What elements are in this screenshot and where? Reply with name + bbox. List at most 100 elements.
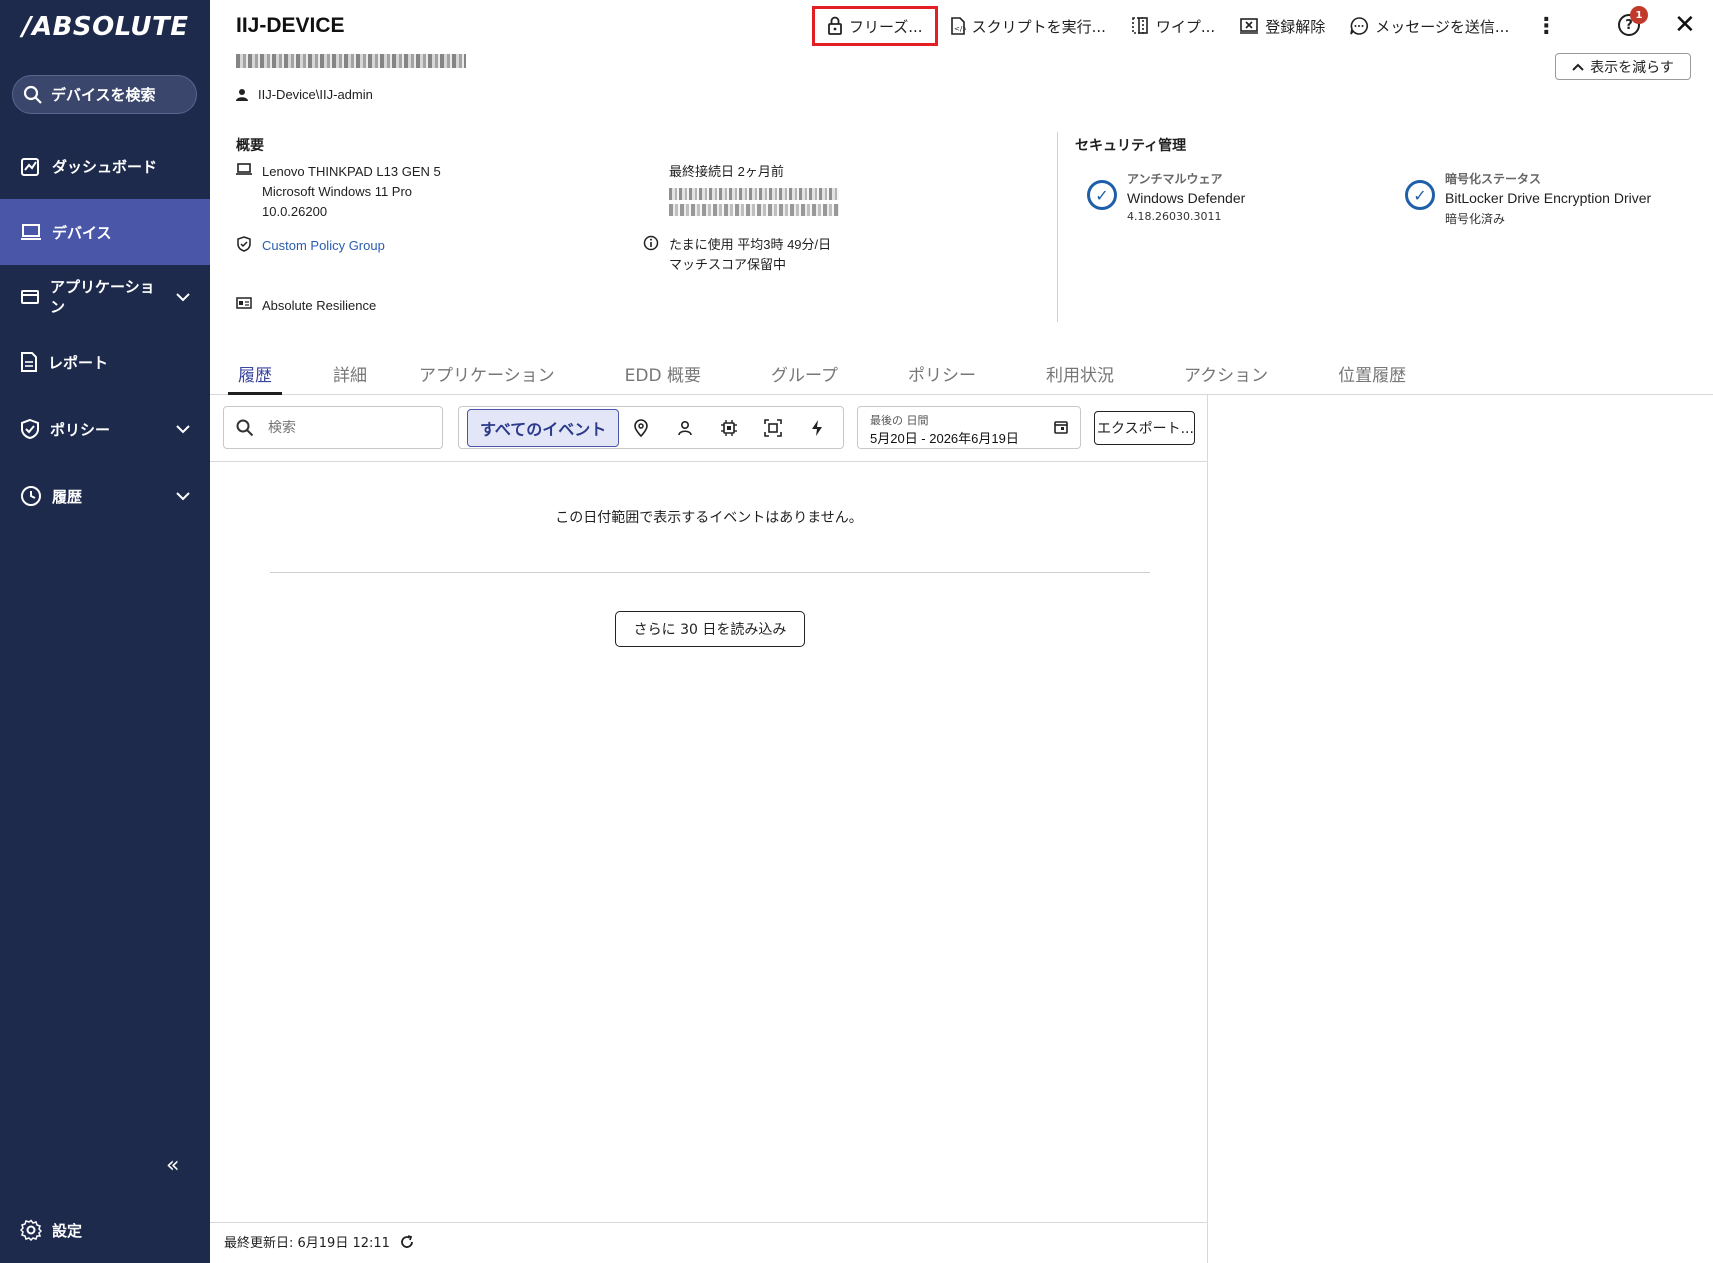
- device-user-name: IIJ-Device\IIJ-admin: [258, 87, 373, 102]
- sidebar-item-history[interactable]: 履歴: [0, 476, 210, 516]
- info-icon: [643, 235, 659, 275]
- unregister-icon: [1240, 18, 1259, 34]
- dashboard-icon: [21, 158, 39, 176]
- calendar-icon[interactable]: [1054, 420, 1068, 438]
- tab-applications[interactable]: アプリケーション: [419, 355, 555, 395]
- sidebar-item-dashboard[interactable]: ダッシュボード: [0, 146, 210, 186]
- last-connected-info: 最終接続日 2ヶ月前: [669, 162, 839, 216]
- last-updated: 最終更新日: 6月19日 12:11: [224, 1232, 414, 1251]
- sidebar-item-label: アプリケーション: [50, 278, 155, 316]
- device-hardware-info: Lenovo THINKPAD L13 GEN 5 Microsoft Wind…: [236, 162, 441, 222]
- tab-actions[interactable]: アクション: [1184, 355, 1268, 395]
- tab-details[interactable]: 詳細: [333, 355, 367, 395]
- date-range-picker[interactable]: 最後の 日間 5月20日 - 2026年6月19日: [857, 406, 1081, 449]
- send-message-label: メッセージを送信...: [1375, 17, 1510, 36]
- device-detail-panel: IIJ-DEVICE IIJ-Device\IIJ-admin フリーズ... …: [210, 0, 1713, 1263]
- usage-info: たまに使用 平均3時 49分/日 マッチスコア保留中: [643, 235, 831, 275]
- sidebar-item-devices[interactable]: デバイス: [0, 199, 210, 265]
- date-range-label: 最後の 日間: [870, 414, 929, 427]
- device-user: IIJ-Device\IIJ-admin: [236, 87, 373, 102]
- sidebar-item-policies[interactable]: ポリシー: [0, 409, 210, 449]
- chevron-up-icon: [1572, 63, 1584, 71]
- collapse-sidebar-icon[interactable]: «: [166, 1153, 179, 1178]
- chevron-down-icon: [176, 492, 190, 501]
- antimalware-status: ✓ アンチマルウェア Windows Defender 4.18.26030.3…: [1087, 170, 1245, 223]
- show-less-label: 表示を減らす: [1590, 59, 1674, 76]
- product-info: Absolute Resilience: [236, 296, 376, 316]
- device-model: Lenovo THINKPAD L13 GEN 5: [262, 164, 441, 179]
- antimalware-label: アンチマルウェア: [1127, 172, 1223, 186]
- refresh-icon[interactable]: [400, 1234, 414, 1249]
- sidebar: /ABSOLUTE デバイスを検索 ダッシュボード デバイス アプリケーション …: [0, 0, 210, 1263]
- encryption-label: 暗号化ステータス: [1445, 172, 1542, 186]
- encryption-state: 暗号化済み: [1445, 212, 1506, 226]
- check-circle-icon: ✓: [1087, 180, 1117, 210]
- load-more-button[interactable]: さらに 30 日を読み込み: [615, 611, 805, 647]
- gear-icon: [20, 1219, 42, 1241]
- tab-usage[interactable]: 利用状況: [1046, 355, 1114, 395]
- empty-state-divider: [270, 572, 1150, 573]
- history-search-input[interactable]: [268, 419, 418, 436]
- show-less-button[interactable]: 表示を減らす: [1555, 53, 1691, 80]
- device-actions-toolbar: フリーズ... </> スクリプトを実行... ワイプ... 登録解除 メッセー…: [812, 6, 1571, 46]
- tab-location-history[interactable]: 位置履歴: [1338, 355, 1406, 395]
- laptop-icon: [21, 224, 41, 240]
- person-icon[interactable]: [663, 420, 707, 436]
- scan-frame-icon[interactable]: [751, 418, 795, 437]
- license-card-icon: [236, 296, 252, 316]
- chevron-down-icon: [176, 425, 190, 434]
- close-icon[interactable]: ✕: [1674, 10, 1696, 40]
- history-panel: すべてのイベント 最後の 日間 5月20日 - 2026年6月19日: [210, 395, 1208, 1263]
- person-icon: [236, 89, 248, 101]
- wipe-button[interactable]: ワイプ...: [1118, 6, 1227, 46]
- lightning-bolt-icon[interactable]: [795, 419, 839, 437]
- laptop-icon: [236, 162, 252, 222]
- encryption-value: BitLocker Drive Encryption Driver: [1445, 190, 1652, 206]
- export-button[interactable]: エクスポート...: [1094, 411, 1195, 445]
- wipe-label: ワイプ...: [1155, 17, 1216, 36]
- freeze-button[interactable]: フリーズ...: [812, 6, 938, 46]
- tab-edd-summary[interactable]: EDD 概要: [625, 355, 701, 395]
- send-message-button[interactable]: メッセージを送信...: [1337, 6, 1521, 46]
- application-window-icon: [21, 290, 39, 304]
- chat-bubble-icon: [1350, 17, 1369, 35]
- freeze-label: フリーズ...: [849, 17, 923, 36]
- more-options-icon[interactable]: ⋮: [1521, 14, 1571, 39]
- sidebar-item-label: 履歴: [52, 487, 83, 506]
- search-icon: [23, 85, 42, 104]
- overview-divider: [1057, 132, 1058, 322]
- tab-groups[interactable]: グループ: [771, 355, 838, 395]
- tab-history[interactable]: 履歴: [228, 355, 282, 395]
- sidebar-item-applications[interactable]: アプリケーション: [0, 273, 210, 321]
- wipe-device-icon: [1132, 17, 1148, 34]
- search-icon: [236, 419, 254, 436]
- location-pin-icon[interactable]: [619, 418, 663, 437]
- policy-group-link[interactable]: Custom Policy Group: [262, 236, 385, 258]
- device-search-button[interactable]: デバイスを検索: [12, 75, 197, 114]
- event-type-filter: すべてのイベント: [458, 406, 844, 449]
- clock-icon: [21, 486, 41, 506]
- run-script-button[interactable]: </> スクリプトを実行...: [938, 6, 1118, 46]
- last-updated-text: 最終更新日: 6月19日 12:11: [224, 1236, 390, 1251]
- sidebar-item-label: レポート: [48, 353, 109, 372]
- date-range-value: 5月20日 - 2026年6月19日: [870, 431, 1019, 446]
- device-search-label: デバイスを検索: [51, 86, 156, 104]
- notification-badge: 1: [1630, 6, 1648, 24]
- unregister-button[interactable]: 登録解除: [1227, 6, 1337, 46]
- encryption-status: ✓ 暗号化ステータス BitLocker Drive Encryption Dr…: [1405, 170, 1651, 227]
- antimalware-value: Windows Defender: [1127, 190, 1246, 206]
- settings-label: 設定: [52, 1221, 83, 1240]
- overview-heading: 概要: [236, 138, 264, 154]
- sidebar-item-reports[interactable]: レポート: [0, 342, 210, 382]
- script-file-icon: </>: [950, 17, 966, 35]
- all-events-filter[interactable]: すべてのイベント: [467, 408, 620, 447]
- redacted-network-info: [669, 188, 839, 200]
- chevron-down-icon: [176, 293, 190, 302]
- empty-state-message: この日付範囲で表示するイベントはありません。: [555, 510, 863, 526]
- antimalware-version: 4.18.26030.3011: [1127, 210, 1222, 223]
- sidebar-item-settings[interactable]: 設定: [20, 1219, 82, 1241]
- chip-icon[interactable]: [707, 419, 751, 437]
- svg-text:</>: </>: [954, 25, 966, 33]
- tab-policies[interactable]: ポリシー: [908, 355, 976, 395]
- device-os: Microsoft Windows 11 Pro: [262, 184, 413, 199]
